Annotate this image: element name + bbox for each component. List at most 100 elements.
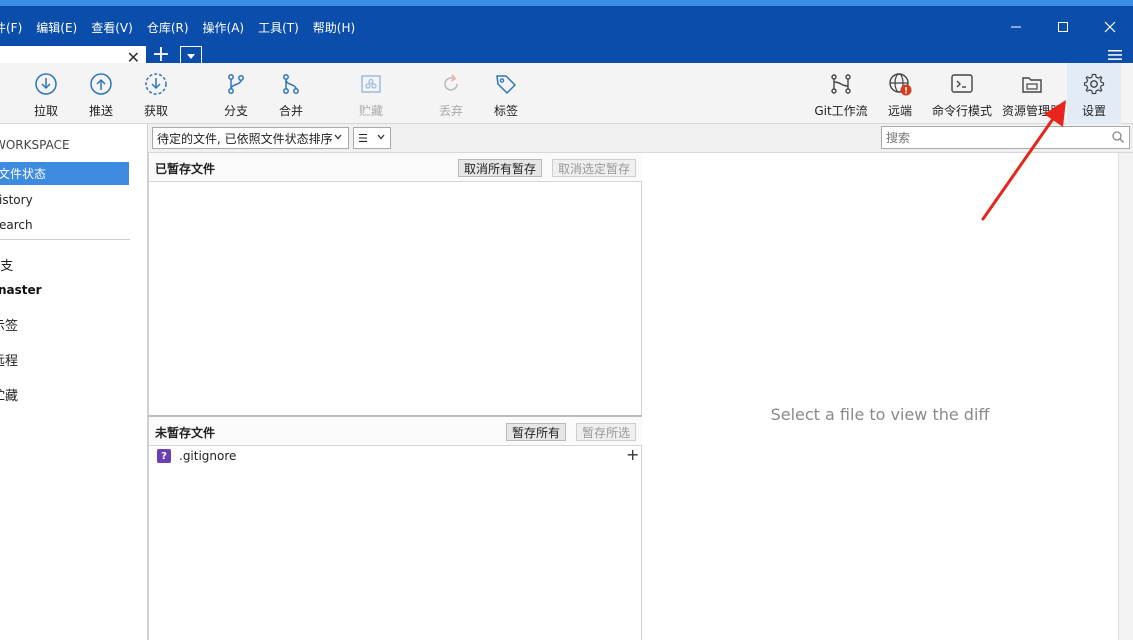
- push-button[interactable]: 推送: [83, 63, 119, 124]
- diff-scrollbar[interactable]: [1118, 153, 1133, 640]
- minimize-button[interactable]: [992, 12, 1039, 42]
- remote-button[interactable]: ! 远端: [882, 63, 918, 124]
- maximize-icon: [1057, 22, 1068, 32]
- branch-icon: [228, 74, 244, 94]
- menu-file[interactable]: 件(F): [0, 19, 22, 36]
- minimize-icon: [1010, 26, 1021, 28]
- unstaged-title: 未暂存文件: [155, 426, 216, 440]
- terminal-button[interactable]: 命令行模式: [930, 63, 994, 124]
- sidebar-branch-master[interactable]: naster: [0, 283, 42, 297]
- tag-label: 标签: [493, 104, 518, 118]
- push-icon: [90, 73, 112, 95]
- git-flow-icon: [831, 74, 851, 94]
- unstaged-files-pane: 未暂存文件 暂存所有 暂存所选 ? .gitignore +: [148, 417, 643, 640]
- unstage-selected-button[interactable]: 取消选定暂存: [552, 159, 637, 177]
- sidebar-item-label: istory: [0, 192, 33, 207]
- tag-icon: [496, 75, 516, 94]
- pull-label: 拉取: [33, 104, 58, 118]
- file-sort-dropdown[interactable]: 待定的文件, 已依照文件状态排序: [152, 127, 349, 149]
- title-bar: 件(F) 编辑(E) 查看(V) 仓库(R) 操作(A) 工具(T) 帮助(H)…: [0, 0, 1133, 69]
- tag-button[interactable]: 标签: [488, 63, 524, 124]
- sidebar-section-branches[interactable]: }支: [0, 255, 13, 274]
- sidebar-item-label: 文件状态: [0, 167, 47, 181]
- menu-bar: 件(F) 编辑(E) 查看(V) 仓库(R) 操作(A) 工具(T) 帮助(H): [0, 12, 369, 42]
- fetch-icon: [145, 73, 167, 95]
- search-input[interactable]: [882, 127, 1102, 148]
- explorer-button[interactable]: 资源管理器: [1000, 63, 1064, 124]
- stash-button[interactable]: 贮藏: [353, 63, 389, 124]
- unstage-all-button[interactable]: 取消所有暂存: [458, 159, 543, 177]
- menu-tools[interactable]: 工具(T): [258, 19, 299, 36]
- discard-button[interactable]: 丢弃: [433, 63, 469, 124]
- search-box: [881, 126, 1130, 149]
- sidebar-section-tags[interactable]: 示签: [0, 315, 18, 334]
- menu-help[interactable]: 帮助(H): [313, 19, 355, 36]
- chevron-down-icon: [334, 134, 342, 140]
- remote-label: 远端: [887, 104, 912, 118]
- sidebar-divider: [0, 239, 130, 240]
- git-flow-button[interactable]: Git工作流: [812, 63, 870, 124]
- merge-button[interactable]: 合并: [273, 63, 309, 124]
- sidebar-section-stashes[interactable]: 贮藏: [0, 385, 18, 404]
- push-label: 推送: [88, 104, 113, 118]
- fetch-button[interactable]: 获取: [138, 63, 174, 124]
- explorer-label: 资源管理器: [1001, 104, 1062, 118]
- untracked-status-icon: ?: [157, 449, 171, 463]
- file-row[interactable]: ? .gitignore +: [149, 447, 641, 467]
- staged-header: 已暂存文件 取消所有暂存 取消选定暂存: [149, 153, 643, 182]
- sidebar-section-remotes[interactable]: 远程: [0, 350, 18, 369]
- stage-file-plus-icon[interactable]: +: [626, 447, 639, 463]
- search-icon: [1112, 131, 1124, 143]
- filter-bar: 待定的文件, 已依照文件状态排序 ☰: [148, 124, 1133, 153]
- chevron-down-icon: [377, 134, 385, 140]
- diff-pane: Select a file to view the diff: [642, 153, 1118, 640]
- terminal-label: 命令行模式: [931, 104, 992, 118]
- settings-button[interactable]: 设置: [1067, 63, 1121, 124]
- stash-label: 贮藏: [358, 104, 383, 118]
- menu-actions[interactable]: 操作(A): [203, 19, 245, 36]
- hamburger-menu-icon[interactable]: [1107, 48, 1123, 62]
- pull-button[interactable]: 拉取: [28, 63, 64, 124]
- merge-icon: [283, 74, 299, 94]
- stash-icon: [361, 75, 381, 93]
- file-sort-label: 待定的文件, 已依照文件状态排序: [157, 131, 333, 146]
- discard-label: 丢弃: [438, 104, 463, 118]
- sidebar-item-history[interactable]: istory: [0, 188, 33, 211]
- sidebar-item-file-status[interactable]: 文件状态: [0, 162, 129, 185]
- settings-label: 设置: [1081, 104, 1106, 118]
- svg-text:!: !: [904, 87, 908, 97]
- menu-edit[interactable]: 编辑(E): [36, 19, 77, 36]
- sidebar: WORKSPACE 文件状态 istory earch }支 naster 示签…: [0, 124, 148, 640]
- folder-icon: [1022, 77, 1042, 93]
- staged-files-pane: 已暂存文件 取消所有暂存 取消选定暂存: [148, 153, 643, 415]
- stage-all-button[interactable]: 暂存所有: [506, 423, 567, 441]
- menu-repository[interactable]: 仓库(R): [147, 19, 189, 36]
- fetch-label: 获取: [143, 104, 168, 118]
- chevron-down-icon: [187, 54, 195, 59]
- main-toolbar: 拉取 推送 获取 分支 合并 贮藏 丢弃 标签 Git工作流 ! 远端 命令行模…: [0, 63, 1133, 124]
- staged-title: 已暂存文件: [155, 162, 216, 176]
- menu-view[interactable]: 查看(V): [91, 19, 133, 36]
- diff-empty-message: Select a file to view the diff: [770, 405, 990, 424]
- workspace-heading: WORKSPACE: [0, 138, 70, 152]
- globe-icon: !: [889, 73, 912, 97]
- unstaged-header: 未暂存文件 暂存所有 暂存所选: [149, 417, 643, 446]
- pull-icon: [35, 73, 57, 95]
- window-controls: [992, 12, 1133, 42]
- git-flow-label: Git工作流: [814, 104, 868, 118]
- merge-label: 合并: [278, 104, 303, 118]
- gear-icon: [1083, 73, 1105, 95]
- close-icon: [1104, 21, 1115, 33]
- stage-selected-button[interactable]: 暂存所选: [576, 423, 637, 441]
- maximize-button[interactable]: [1039, 12, 1086, 42]
- sidebar-item-label: earch: [0, 217, 33, 232]
- file-name: .gitignore: [179, 449, 237, 463]
- list-view-icon: ☰: [358, 131, 368, 145]
- branch-button[interactable]: 分支: [218, 63, 254, 124]
- branch-label: 分支: [223, 104, 248, 118]
- discard-icon: [444, 74, 458, 91]
- terminal-icon: [951, 74, 973, 93]
- close-window-button[interactable]: [1086, 12, 1133, 42]
- sidebar-item-search[interactable]: earch: [0, 213, 33, 236]
- view-mode-dropdown[interactable]: ☰: [353, 127, 391, 149]
